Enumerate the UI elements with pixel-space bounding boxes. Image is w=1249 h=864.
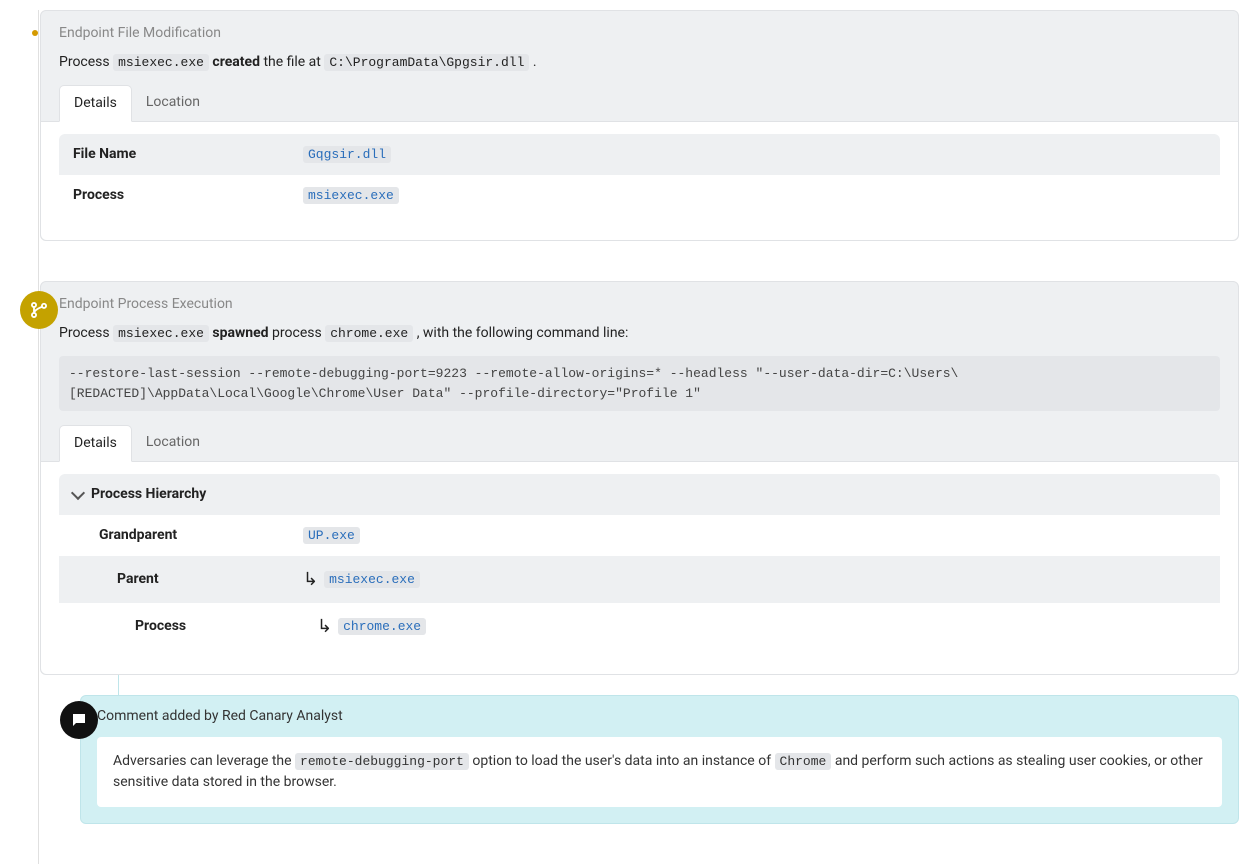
process-code: msiexec.exe [113,325,209,342]
row-value: ↳ msiexec.exe [289,556,1220,603]
row-value: ↳ chrome.exe [289,603,1220,650]
text: option to load the user's data into an i… [472,753,774,769]
row-label: Process [59,603,289,650]
indent-arrow-icon: ↳ [317,616,332,637]
text: Adversaries can leverage the [113,753,295,769]
timeline-dot [32,30,38,36]
row-label: Grandparent [59,515,289,556]
comment-body: Adversaries can leverage the remote-debu… [97,737,1222,807]
table-row: Process ↳ chrome.exe [59,603,1220,650]
table-row: Parent ↳ msiexec.exe [59,556,1220,603]
event-title: Endpoint Process Execution [59,294,1220,315]
event-description: Process msiexec.exe created the file at … [59,52,1220,73]
tab-content-details: Process Hierarchy Grandparent UP.exe Par… [41,462,1238,674]
app-code: Chrome [775,753,832,770]
process-link[interactable]: chrome.exe [338,618,426,635]
row-label: Parent [59,556,289,603]
option-code: remote-debugging-port [295,753,469,770]
tab-location[interactable]: Location [132,425,214,461]
row-label: Process [59,175,289,216]
action-text: created [212,54,260,70]
analyst-comment: Comment added by Red Canary Analyst Adve… [80,695,1239,824]
file-path-code: C:\ProgramData\Gpgsir.dll [324,54,529,71]
event-title: Endpoint File Modification [59,23,1220,44]
hierarchy-table: Grandparent UP.exe Parent ↳ msiexec.exe P… [59,515,1220,650]
command-line-block: --restore-last-session --remote-debuggin… [59,356,1220,411]
tab-details[interactable]: Details [59,425,132,462]
event-process-execution: Endpoint Process Execution Process msiex… [40,281,1239,675]
process-branch-icon [20,291,58,329]
row-value: msiexec.exe [289,175,1220,216]
details-table: File Name Gqgsir.dll Process msiexec.exe [59,134,1220,216]
row-value: Gqgsir.dll [289,134,1220,175]
process-link[interactable]: msiexec.exe [303,187,399,204]
text: Process [59,325,113,341]
tabs: Details Location [41,85,1238,122]
target-process-code: chrome.exe [325,325,413,342]
tab-location[interactable]: Location [132,85,214,121]
row-label: File Name [59,134,289,175]
chevron-down-icon [71,485,85,499]
comment-icon [60,701,98,739]
table-row: Grandparent UP.exe [59,515,1220,556]
tab-details[interactable]: Details [59,85,132,122]
process-code: msiexec.exe [113,54,209,71]
filename-link[interactable]: Gqgsir.dll [303,146,391,163]
text: the file at [263,54,324,70]
section-title: Process Hierarchy [91,484,206,505]
section-process-hierarchy[interactable]: Process Hierarchy [59,474,1220,515]
grandparent-link[interactable]: UP.exe [303,527,360,544]
comment-header: Comment added by Red Canary Analyst [81,696,1238,737]
tabs: Details Location [41,425,1238,462]
text: , with the following command line: [417,325,629,341]
action-text: spawned [212,325,268,341]
event-file-modification: Endpoint File Modification Process msiex… [40,10,1239,241]
text: Process [59,54,113,70]
indent-arrow-icon: ↳ [303,569,318,590]
text: . [533,54,537,70]
tab-content-details: File Name Gqgsir.dll Process msiexec.exe [41,122,1238,240]
table-row: Process msiexec.exe [59,175,1220,216]
table-row: File Name Gqgsir.dll [59,134,1220,175]
parent-link[interactable]: msiexec.exe [324,571,420,588]
text: process [272,325,325,341]
event-description: Process msiexec.exe spawned process chro… [59,323,1220,344]
row-value: UP.exe [289,515,1220,556]
timeline-line [38,10,39,864]
